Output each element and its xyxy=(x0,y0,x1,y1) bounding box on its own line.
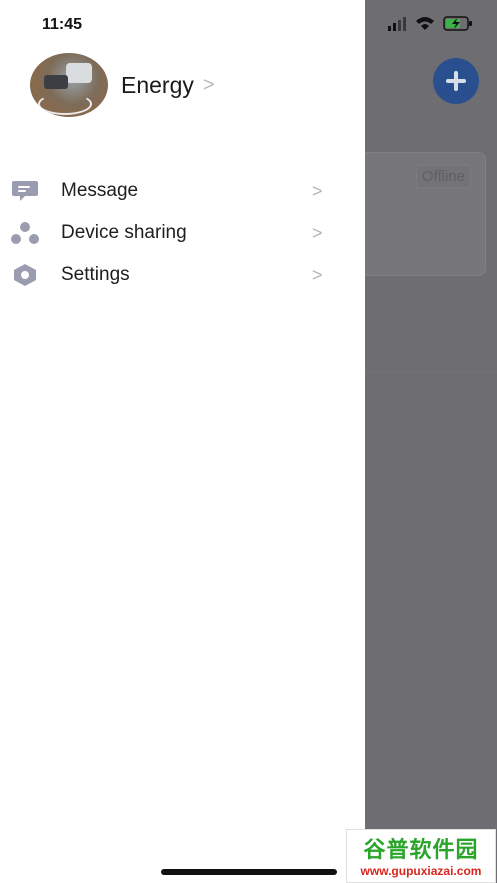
profile-name: Energy xyxy=(121,71,194,98)
menu-item-message[interactable]: Message > xyxy=(0,170,365,212)
status-icons xyxy=(387,16,473,31)
message-icon xyxy=(11,179,39,203)
menu-item-label: Device sharing xyxy=(61,222,187,243)
chevron-right-icon: > xyxy=(312,264,323,285)
menu-item-settings[interactable]: Settings > xyxy=(0,254,365,296)
add-device-button[interactable] xyxy=(433,58,479,104)
menu-item-label: Message xyxy=(61,180,139,201)
side-drawer: 11:45 Energy > Message > Device sharing … xyxy=(0,0,365,883)
offline-badge: Offline xyxy=(415,165,471,188)
watermark-logo: 谷普软件园 www.gupuxiazai.com xyxy=(346,829,496,883)
wifi-icon xyxy=(416,17,434,30)
battery-icon xyxy=(443,16,472,31)
status-time: 11:45 xyxy=(42,16,83,33)
settings-icon xyxy=(11,263,39,287)
home-indicator xyxy=(161,869,337,875)
menu-item-label: Settings xyxy=(61,264,130,285)
device-card[interactable]: Offline xyxy=(350,152,486,276)
drawer-menu: Message > Device sharing > Settings > xyxy=(0,170,365,296)
profile-row[interactable]: Energy > xyxy=(30,53,215,117)
chevron-right-icon: > xyxy=(312,222,323,243)
watermark-title: 谷普软件园 xyxy=(363,837,479,862)
device-sharing-icon xyxy=(11,221,39,245)
menu-item-device-sharing[interactable]: Device sharing > xyxy=(0,212,365,254)
divider xyxy=(365,372,497,373)
chevron-right-icon: > xyxy=(202,73,215,96)
watermark-url: www.gupuxiazai.com xyxy=(360,864,482,878)
signal-icon xyxy=(388,16,406,31)
avatar xyxy=(30,53,108,117)
plus-icon xyxy=(446,71,466,91)
chevron-right-icon: > xyxy=(312,180,323,201)
